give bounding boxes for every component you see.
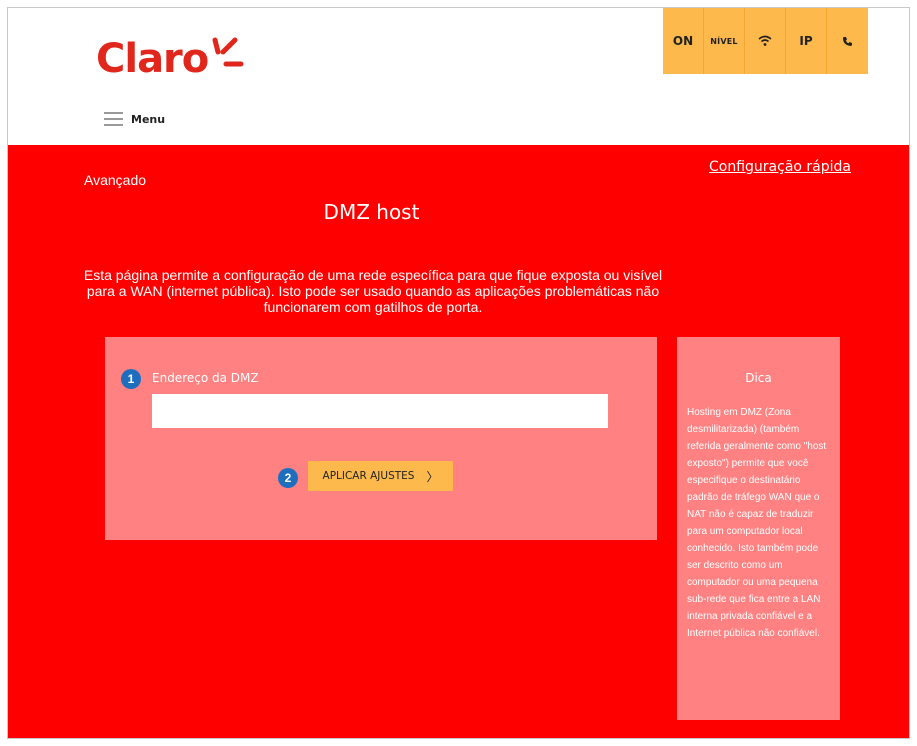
main-content: Avançado Configuração rápida DMZ host Es… (8, 145, 909, 738)
page-description: Esta página permite a configuração de um… (83, 267, 663, 315)
status-ip-button[interactable]: IP (786, 8, 827, 74)
dmz-address-label: Endereço da DMZ (152, 371, 259, 385)
chevron-right-icon: 〉 (426, 469, 439, 484)
step-badge-1: 1 (121, 369, 141, 389)
tip-title: Dica (745, 371, 772, 385)
header: Claro ON NÍVEL IP Menu (8, 8, 909, 145)
status-wifi-button[interactable] (745, 8, 786, 74)
router-admin-page: Claro ON NÍVEL IP Menu Avançado Configur… (7, 7, 910, 739)
phone-icon (843, 36, 852, 46)
apply-settings-button[interactable]: APLICAR AJUSTES 〉 (308, 461, 453, 491)
menu-toggle[interactable]: Menu (104, 112, 165, 126)
apply-settings-label: APLICAR AJUSTES (322, 470, 415, 482)
wifi-icon (758, 35, 772, 46)
breadcrumb: Avançado (84, 172, 147, 188)
status-on-label: ON (672, 34, 694, 48)
tip-text: Hosting em DMZ (Zona desmilitarizada) (t… (687, 407, 827, 639)
step-badge-2: 2 (278, 468, 298, 488)
status-ip-label: IP (799, 34, 813, 48)
status-nivel-label: NÍVEL (710, 36, 738, 46)
status-on-button[interactable]: ON (663, 8, 704, 74)
hamburger-icon (104, 112, 123, 126)
claro-logo[interactable]: Claro (96, 34, 244, 84)
dmz-address-input[interactable] (152, 394, 608, 428)
menu-label: Menu (131, 112, 166, 126)
page-title: DMZ host (323, 200, 420, 224)
quick-config-link[interactable]: Configuração rápida (709, 159, 851, 175)
dmz-form-panel: 1 Endereço da DMZ 2 APLICAR AJUSTES 〉 (105, 337, 657, 540)
status-phone-button[interactable] (827, 8, 868, 74)
status-nivel-button[interactable]: NÍVEL (704, 8, 745, 74)
tip-panel: Dica Hosting em DMZ (Zona desmilitarizad… (677, 337, 840, 720)
logo-mark-icon (212, 37, 244, 67)
logo-text: Claro (96, 36, 209, 82)
status-bar: ON NÍVEL IP (663, 8, 868, 74)
